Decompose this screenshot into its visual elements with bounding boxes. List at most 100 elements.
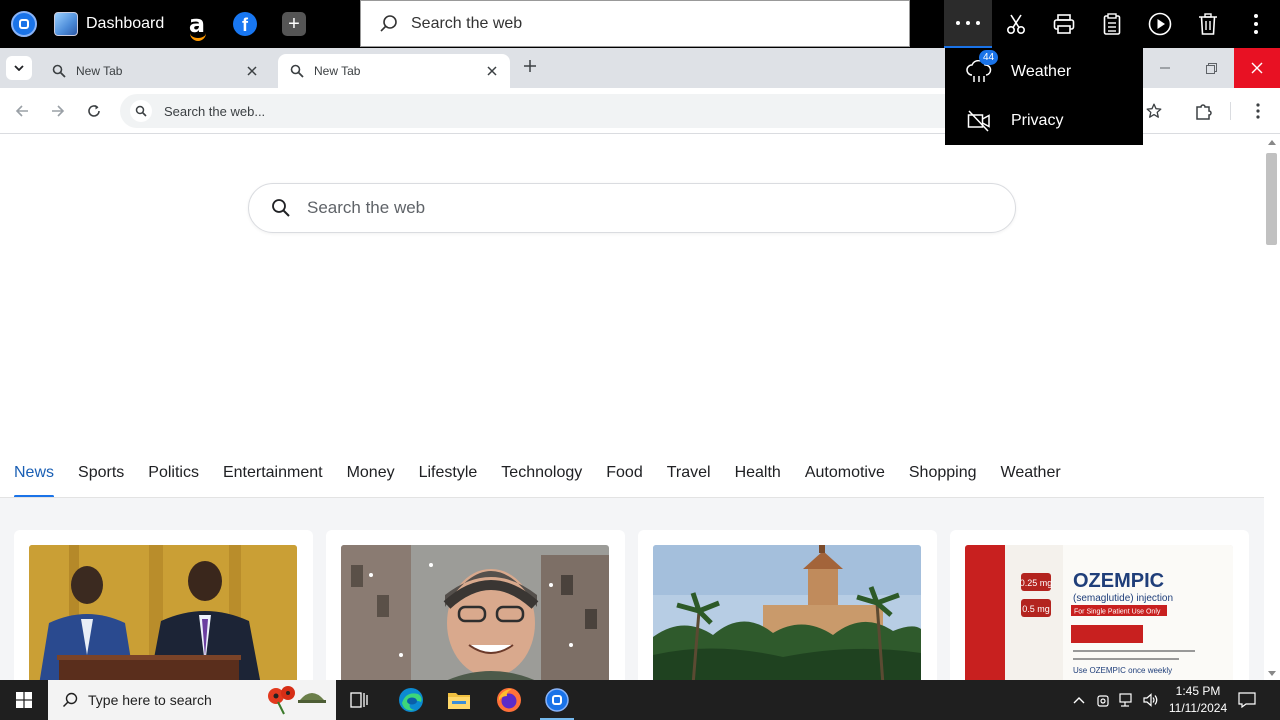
taskbar-search-input[interactable]: Type here to search — [48, 680, 336, 720]
minimize-button[interactable] — [1142, 48, 1188, 88]
news-card[interactable] — [326, 530, 625, 680]
close-icon — [487, 66, 497, 76]
category-sports[interactable]: Sports — [78, 464, 124, 498]
tab-close-button[interactable] — [242, 66, 262, 76]
scroll-down-icon[interactable] — [1268, 671, 1276, 676]
notifications-button[interactable] — [1234, 680, 1260, 720]
dashboard-button[interactable]: Dashboard — [54, 0, 170, 48]
news-feed: 0.25 mg 0.5 mg OZEMPIC (semaglutide) inj… — [0, 498, 1264, 680]
trash-button[interactable] — [1184, 0, 1232, 48]
firefox-taskbar-button[interactable] — [486, 680, 532, 720]
new-tab-button[interactable] — [520, 58, 540, 78]
kebab-icon — [1254, 14, 1258, 34]
amazon-icon[interactable]: a — [182, 0, 212, 48]
clipboard-icon — [1103, 13, 1121, 35]
play-button[interactable] — [1136, 0, 1184, 48]
category-technology[interactable]: Technology — [501, 464, 582, 498]
weather-badge: 44 — [979, 50, 998, 65]
menu-item-weather[interactable]: 44 Weather — [945, 48, 1143, 96]
category-entertainment[interactable]: Entertainment — [223, 464, 323, 498]
start-button[interactable] — [0, 680, 48, 720]
snowy-man-image — [341, 545, 609, 680]
taskbar-clock[interactable]: 1:45 PM 11/11/2024 — [1160, 683, 1236, 717]
scissors-icon — [1006, 14, 1026, 35]
scroll-thumb[interactable] — [1266, 153, 1277, 245]
print-icon — [1053, 14, 1075, 34]
search-icon — [130, 100, 152, 122]
app-logo-icon[interactable] — [8, 0, 40, 48]
category-health[interactable]: Health — [735, 464, 781, 498]
menu-item-label: Privacy — [1011, 112, 1064, 129]
kebab-button[interactable] — [1232, 0, 1280, 48]
poppy-icon — [268, 686, 326, 715]
tab-close-button[interactable] — [482, 66, 502, 76]
add-shortcut-button[interactable]: + — [280, 0, 308, 48]
news-card[interactable]: 0.25 mg 0.5 mg OZEMPIC (semaglutide) inj… — [950, 530, 1249, 680]
windows-icon — [16, 692, 32, 708]
menu-item-privacy[interactable]: Privacy — [945, 97, 1143, 145]
facebook-icon[interactable]: f — [230, 0, 260, 48]
address-placeholder: Search the web... — [164, 103, 266, 119]
category-shopping[interactable]: Shopping — [909, 464, 977, 498]
reload-button[interactable] — [80, 97, 108, 125]
extensions-button[interactable] — [1190, 97, 1218, 125]
trash-icon — [1199, 13, 1217, 35]
app-logo-icon — [545, 688, 569, 712]
print-button[interactable] — [1040, 0, 1088, 48]
minimize-icon — [1160, 67, 1170, 69]
browser-menu-button[interactable] — [1244, 97, 1272, 125]
scroll-up-icon[interactable] — [1268, 140, 1276, 145]
tab-new-tab-2[interactable]: New Tab — [278, 54, 510, 88]
tray-expand-button[interactable] — [1068, 680, 1090, 720]
category-politics[interactable]: Politics — [148, 464, 199, 498]
category-lifestyle[interactable]: Lifestyle — [419, 464, 478, 498]
restore-button[interactable] — [1188, 48, 1234, 88]
app-taskbar-button[interactable] — [534, 680, 580, 720]
camera-off-icon — [957, 110, 1001, 132]
network-icon — [1119, 693, 1132, 707]
network-button[interactable] — [1116, 680, 1138, 720]
category-weather[interactable]: Weather — [1001, 464, 1061, 498]
menu-item-label: Weather — [1011, 63, 1072, 80]
dose-label-2: 0.5 mg — [1022, 604, 1050, 614]
more-button[interactable] — [944, 0, 992, 48]
more-menu: 44 Weather Privacy — [945, 48, 1143, 145]
tab-new-tab-1[interactable]: New Tab — [40, 54, 270, 88]
new-tab-page: Search the web News Sports Politics Ente… — [0, 135, 1264, 680]
address-bar[interactable]: Search the web... — [120, 94, 1020, 128]
edge-taskbar-button[interactable] — [388, 680, 434, 720]
back-button[interactable] — [8, 97, 36, 125]
amazon-glyph: a — [188, 10, 207, 41]
kebab-icon — [1256, 103, 1260, 119]
folder-icon — [448, 693, 470, 709]
tab-search-button[interactable] — [6, 56, 32, 80]
category-food[interactable]: Food — [606, 464, 642, 498]
forward-button[interactable] — [44, 97, 72, 125]
dashboard-label: Dashboard — [86, 15, 165, 32]
close-window-button[interactable] — [1234, 48, 1280, 88]
toolbar-search-input[interactable]: Search the web — [360, 0, 910, 47]
category-travel[interactable]: Travel — [667, 464, 711, 498]
cut-button[interactable] — [992, 0, 1040, 48]
file-explorer-taskbar-button[interactable] — [436, 680, 482, 720]
page-search-input[interactable]: Search the web — [248, 183, 1016, 233]
category-automotive[interactable]: Automotive — [805, 464, 885, 498]
category-money[interactable]: Money — [347, 464, 395, 498]
taskbar: Type here to search 1:45 PM 11/11/2024 — [0, 680, 1280, 720]
search-icon — [272, 199, 290, 217]
bookmark-button[interactable] — [1140, 97, 1168, 125]
chevron-down-icon — [14, 65, 24, 71]
category-news[interactable]: News — [14, 464, 55, 498]
more-icon — [956, 21, 980, 25]
clipboard-button[interactable] — [1088, 0, 1136, 48]
tray-device-button[interactable] — [1092, 680, 1114, 720]
news-card[interactable] — [638, 530, 937, 680]
volume-button[interactable] — [1140, 680, 1162, 720]
drug-label: (semaglutide) injection — [1073, 593, 1173, 604]
task-view-button[interactable] — [336, 680, 382, 720]
category-nav: News Sports Politics Entertainment Money… — [14, 464, 1061, 498]
page-scrollbar[interactable] — [1264, 135, 1280, 680]
press-conference-image — [29, 545, 297, 680]
news-card[interactable] — [14, 530, 313, 680]
ozempic-box-image: 0.25 mg 0.5 mg OZEMPIC (semaglutide) inj… — [965, 545, 1233, 680]
